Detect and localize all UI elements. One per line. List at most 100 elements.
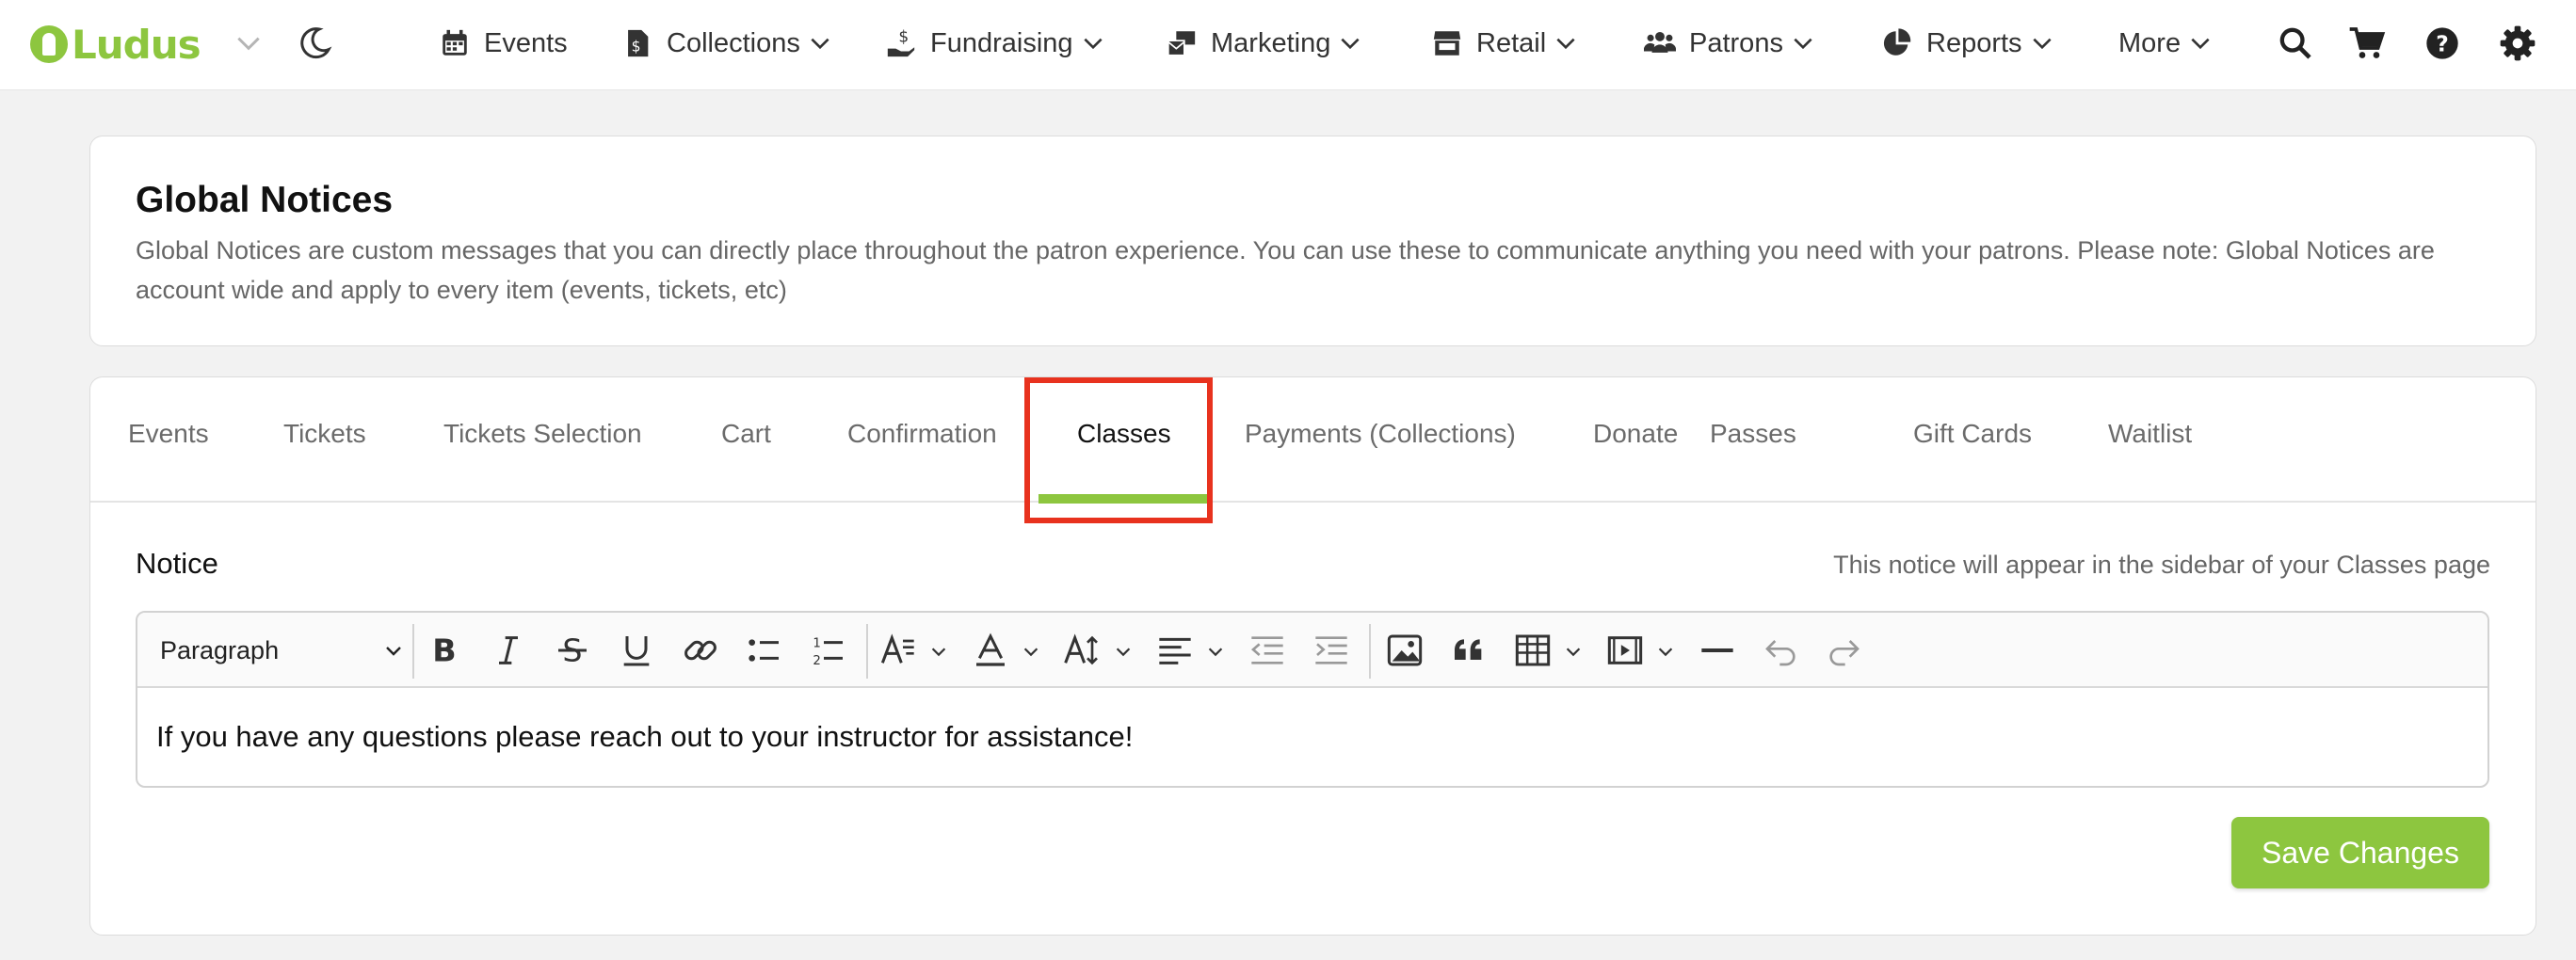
- nav-more[interactable]: More: [2118, 21, 2213, 66]
- font-color-icon[interactable]: [972, 632, 1009, 669]
- nav-retail[interactable]: Retail: [1431, 21, 1578, 66]
- nav-label: Marketing: [1211, 27, 1331, 58]
- chevron-down-icon[interactable]: [928, 641, 949, 662]
- tab-payments-collections[interactable]: Payments (Collections): [1245, 419, 1516, 449]
- chevron-down-icon: [1341, 38, 1360, 50]
- page-title: Global Notices: [136, 180, 394, 220]
- cart-icon[interactable]: [2348, 24, 2386, 62]
- tab-cart[interactable]: Cart: [721, 419, 771, 449]
- svg-text:$: $: [632, 39, 641, 56]
- global-notices-header-card: Global Notices Global Notices are custom…: [89, 136, 2536, 346]
- nav-fundraising[interactable]: $ Fundraising: [885, 21, 1105, 66]
- editor-toolbar: Paragraph B S 12: [137, 613, 2487, 688]
- bulleted-list-icon[interactable]: [746, 632, 783, 669]
- tab-confirmation[interactable]: Confirmation: [847, 419, 997, 449]
- tab-tickets-selection[interactable]: Tickets Selection: [443, 419, 642, 449]
- logo-mark-icon: [30, 25, 68, 63]
- toolbar-separator: [412, 624, 414, 679]
- nav-collections[interactable]: $ Collections: [621, 21, 832, 66]
- notice-tabs: Events Tickets Tickets Selection Cart Co…: [90, 377, 2536, 504]
- users-icon: [1644, 31, 1676, 53]
- svg-text:$: $: [898, 28, 909, 47]
- chevron-down-icon: [1556, 38, 1575, 50]
- calendar-icon: [443, 29, 467, 56]
- nav-patrons[interactable]: Patrons: [1644, 21, 1815, 66]
- block-format-select[interactable]: Paragraph: [160, 630, 405, 671]
- strikethrough-icon[interactable]: S: [554, 632, 591, 669]
- italic-icon[interactable]: [490, 632, 527, 669]
- indent-icon[interactable]: [1312, 632, 1350, 669]
- font-size-icon[interactable]: [1064, 632, 1102, 669]
- active-tab-indicator: [1038, 494, 1208, 504]
- nav-label: More: [2118, 27, 2182, 58]
- underline-icon[interactable]: [618, 632, 655, 669]
- chevron-down-icon: [386, 647, 401, 656]
- tab-classes[interactable]: Classes: [1077, 419, 1171, 449]
- align-icon[interactable]: [1156, 632, 1194, 669]
- notice-editor-card: Events Tickets Tickets Selection Cart Co…: [89, 376, 2536, 936]
- dark-mode-moon-icon[interactable]: [296, 24, 333, 62]
- horizontal-line-icon[interactable]: [1699, 632, 1736, 669]
- nav-label: Collections: [667, 27, 800, 58]
- chevron-down-icon: [2032, 38, 2052, 50]
- block-format-value: Paragraph: [160, 635, 280, 664]
- outdent-icon[interactable]: [1248, 632, 1286, 669]
- nav-events[interactable]: Events: [439, 21, 568, 66]
- tab-passes[interactable]: Passes: [1710, 419, 1796, 449]
- tab-tickets[interactable]: Tickets: [283, 419, 366, 449]
- gear-icon[interactable]: [2499, 24, 2536, 62]
- top-nav: Ludus Events $ Collections $ Fundraising…: [0, 0, 2576, 90]
- link-icon[interactable]: [682, 632, 719, 669]
- tab-waitlist[interactable]: Waitlist: [2108, 419, 2192, 449]
- chevron-down-icon[interactable]: [1563, 641, 1584, 662]
- chevron-down-icon[interactable]: [1655, 641, 1676, 662]
- image-icon[interactable]: [1386, 632, 1424, 669]
- chevron-down-icon: [1083, 38, 1103, 50]
- bold-icon[interactable]: B: [426, 632, 463, 669]
- nav-label: Retail: [1476, 27, 1547, 58]
- svg-text:B: B: [432, 632, 456, 669]
- chevron-down-icon[interactable]: [1021, 641, 1041, 662]
- svg-text:1: 1: [813, 637, 820, 651]
- search-icon[interactable]: [2277, 24, 2314, 62]
- nav-label: Patrons: [1689, 27, 1783, 58]
- editor-content[interactable]: If you have any questions please reach o…: [156, 720, 1133, 754]
- tab-events[interactable]: Events: [128, 419, 209, 449]
- nav-marketing[interactable]: Marketing: [1166, 21, 1362, 66]
- toolbar-separator: [1369, 624, 1371, 679]
- page-description: Global Notices are custom messages that …: [136, 236, 2435, 304]
- save-changes-button[interactable]: Save Changes: [2231, 817, 2489, 888]
- chevron-down-icon: [1794, 38, 1812, 50]
- notice-hint: This notice will appear in the sidebar o…: [1833, 551, 2490, 579]
- nav-reports[interactable]: Reports: [1881, 21, 2054, 66]
- svg-text:2: 2: [813, 654, 820, 668]
- pie-chart-icon: [1883, 28, 1911, 56]
- rich-text-editor: Paragraph B S 12 If you have any questio…: [136, 611, 2489, 788]
- receipt-icon: $: [628, 29, 649, 57]
- mail-bulk-icon: [1167, 31, 1196, 56]
- notice-label: Notice: [136, 547, 218, 580]
- toolbar-separator: [866, 624, 868, 679]
- store-icon: [1433, 31, 1461, 56]
- undo-icon[interactable]: [1763, 632, 1800, 669]
- help-icon[interactable]: ?: [2423, 24, 2461, 62]
- blockquote-icon[interactable]: [1450, 632, 1488, 669]
- chevron-down-icon: [2191, 38, 2210, 50]
- chevron-down-icon[interactable]: [1205, 641, 1226, 662]
- chevron-down-icon: [811, 38, 829, 50]
- hand-dollar-icon: $: [887, 28, 915, 57]
- nav-label: Reports: [1926, 27, 2022, 58]
- ludus-logo[interactable]: Ludus: [30, 19, 201, 70]
- redo-icon[interactable]: [1825, 632, 1862, 669]
- tab-donate[interactable]: Donate: [1593, 419, 1678, 449]
- svg-text:?: ?: [2436, 30, 2449, 56]
- table-icon[interactable]: [1514, 632, 1552, 669]
- media-icon[interactable]: [1606, 632, 1644, 669]
- chevron-down-icon[interactable]: [233, 28, 264, 58]
- font-family-icon[interactable]: [879, 632, 917, 669]
- logo-text: Ludus: [72, 21, 201, 68]
- nav-label: Fundraising: [930, 27, 1073, 58]
- chevron-down-icon[interactable]: [1113, 641, 1134, 662]
- tab-gift-cards[interactable]: Gift Cards: [1913, 419, 2032, 449]
- numbered-list-icon[interactable]: 12: [810, 632, 847, 669]
